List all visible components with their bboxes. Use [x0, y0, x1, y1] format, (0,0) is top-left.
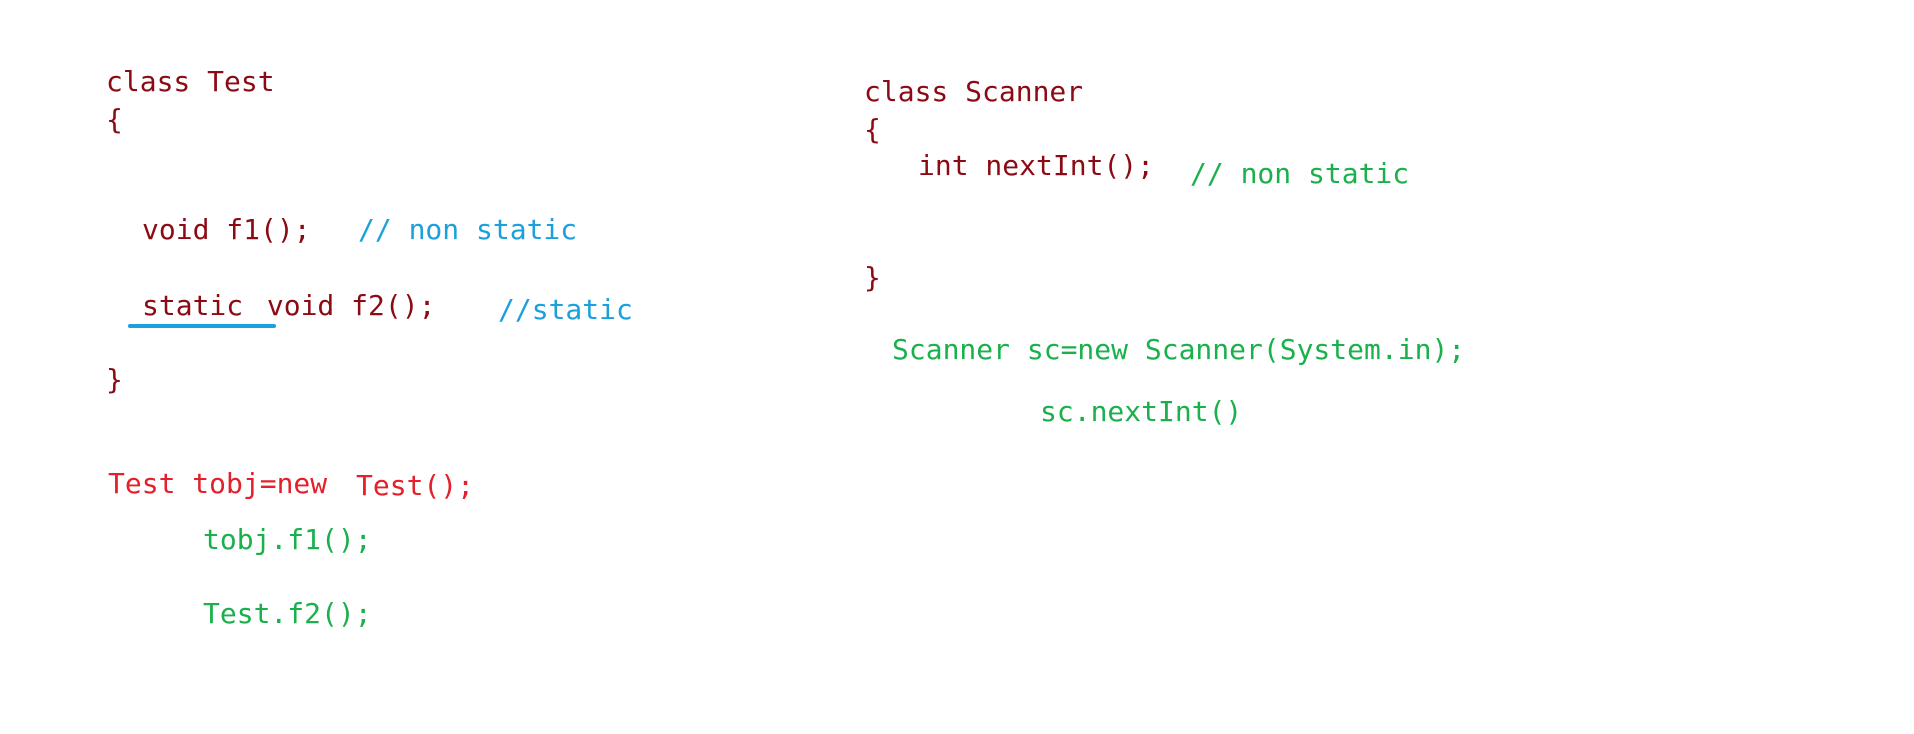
call-f2-line: Test.f2();: [203, 597, 372, 630]
test-f2-comment: //static: [498, 293, 633, 326]
scanner-open-brace: {: [864, 113, 881, 146]
test-open-brace: {: [106, 103, 123, 136]
whiteboard-canvas: class Test { void f1(); // non static st…: [0, 0, 1914, 734]
test-close-brace: }: [106, 363, 123, 396]
call-f1-line: tobj.f1();: [203, 523, 372, 556]
scanner-method-comment: // non static: [1190, 157, 1410, 190]
test-class-header: class Test: [106, 65, 275, 98]
scanner-call-nextint: sc.nextInt(): [1040, 395, 1243, 428]
static-underline-mark: [128, 324, 276, 328]
scanner-class-header: class Scanner: [864, 75, 1084, 108]
scanner-method-declaration: int nextInt();: [918, 149, 1155, 182]
test-f1-comment: // non static: [358, 213, 578, 246]
test-f1-declaration: void f1();: [142, 213, 311, 246]
scanner-close-brace: }: [864, 261, 881, 294]
test-instantiation-part-a: Test tobj=new: [108, 467, 328, 500]
test-f2-static-keyword: static: [142, 289, 244, 322]
scanner-instantiation: Scanner sc=new Scanner(System.in);: [892, 333, 1466, 366]
test-instantiation-part-b: Test();: [356, 469, 475, 502]
test-f2-declaration: void f2();: [250, 289, 436, 322]
